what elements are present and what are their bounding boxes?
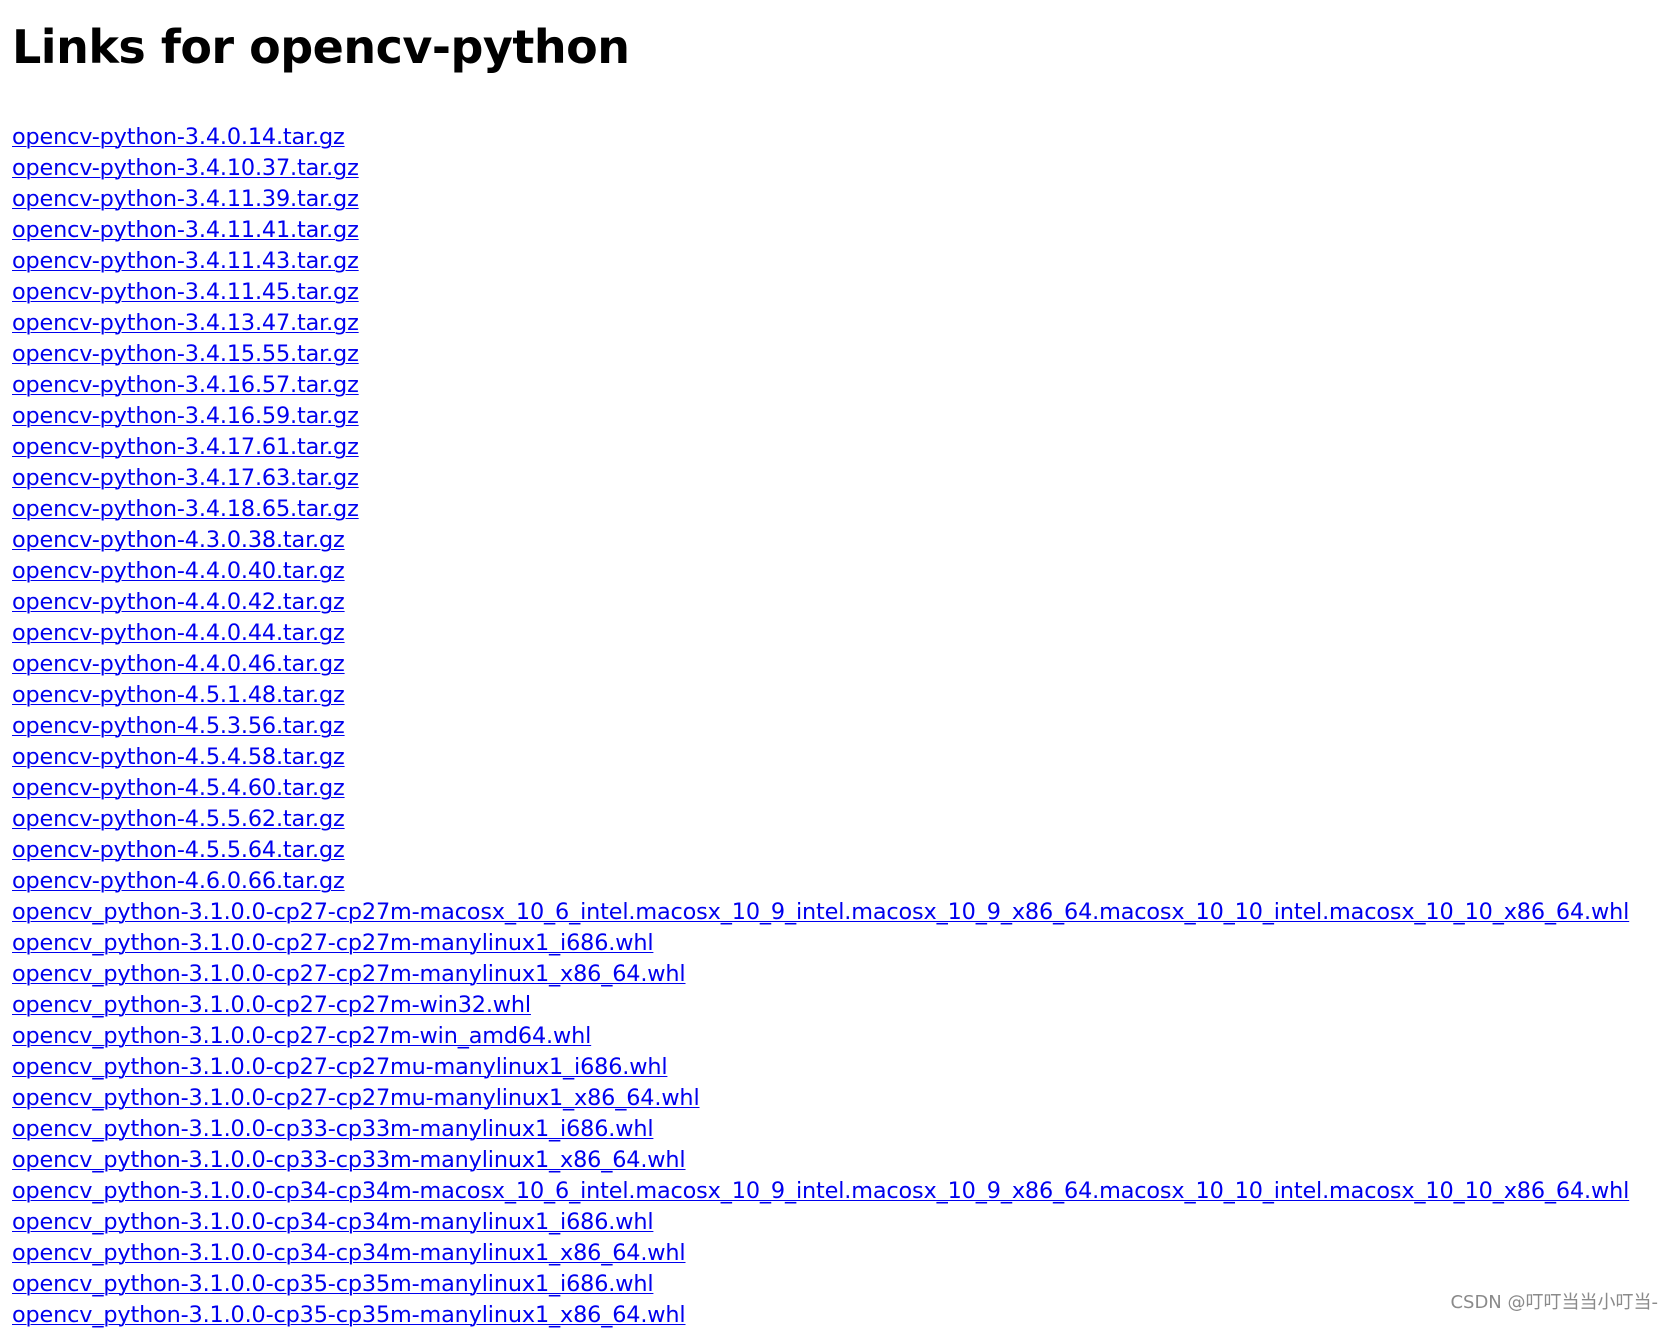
package-link-list: opencv-python-3.4.0.14.tar.gz opencv-pyth… bbox=[12, 122, 1666, 1331]
package-link[interactable]: opencv-python-4.4.0.40.tar.gz bbox=[12, 556, 1662, 587]
package-link[interactable]: opencv-python-4.5.1.48.tar.gz bbox=[12, 680, 1662, 711]
package-link[interactable]: opencv_python-3.1.0.0-cp27-cp27m-macosx_… bbox=[12, 897, 1662, 928]
package-link[interactable]: opencv_python-3.1.0.0-cp27-cp27mu-manyli… bbox=[12, 1083, 1662, 1114]
package-link[interactable]: opencv_python-3.1.0.0-cp27-cp27mu-manyli… bbox=[12, 1052, 1662, 1083]
package-link[interactable]: opencv-python-4.5.4.60.tar.gz bbox=[12, 773, 1662, 804]
package-link[interactable]: opencv-python-3.4.11.39.tar.gz bbox=[12, 184, 1662, 215]
package-link[interactable]: opencv_python-3.1.0.0-cp34-cp34m-manylin… bbox=[12, 1207, 1662, 1238]
watermark: CSDN @叮叮当当小叮当- bbox=[1450, 1292, 1658, 1313]
package-link[interactable]: opencv-python-3.4.10.37.tar.gz bbox=[12, 153, 1662, 184]
package-link[interactable]: opencv-python-3.4.13.47.tar.gz bbox=[12, 308, 1662, 339]
package-link[interactable]: opencv-python-3.4.17.63.tar.gz bbox=[12, 463, 1662, 494]
package-link[interactable]: opencv_python-3.1.0.0-cp34-cp34m-manylin… bbox=[12, 1238, 1662, 1269]
package-link[interactable]: opencv_python-3.1.0.0-cp33-cp33m-manylin… bbox=[12, 1145, 1662, 1176]
package-link[interactable]: opencv-python-3.4.11.43.tar.gz bbox=[12, 246, 1662, 277]
package-link[interactable]: opencv-python-3.4.16.57.tar.gz bbox=[12, 370, 1662, 401]
package-link[interactable]: opencv-python-4.5.5.64.tar.gz bbox=[12, 835, 1662, 866]
package-link[interactable]: opencv-python-3.4.15.55.tar.gz bbox=[12, 339, 1662, 370]
package-link[interactable]: opencv-python-3.4.17.61.tar.gz bbox=[12, 432, 1662, 463]
package-link[interactable]: opencv_python-3.1.0.0-cp35-cp35m-manylin… bbox=[12, 1269, 1662, 1300]
package-link[interactable]: opencv_python-3.1.0.0-cp34-cp34m-macosx_… bbox=[12, 1176, 1662, 1207]
page-title: Links for opencv-python bbox=[12, 20, 630, 74]
package-link[interactable]: opencv-python-4.4.0.46.tar.gz bbox=[12, 649, 1662, 680]
page-content: Links for opencv-python opencv-python-3.… bbox=[12, 0, 1666, 1331]
package-link[interactable]: opencv-python-4.5.3.56.tar.gz bbox=[12, 711, 1662, 742]
package-link[interactable]: opencv-python-3.4.16.59.tar.gz bbox=[12, 401, 1662, 432]
package-link[interactable]: opencv-python-3.4.11.45.tar.gz bbox=[12, 277, 1662, 308]
package-link[interactable]: opencv-python-4.4.0.42.tar.gz bbox=[12, 587, 1662, 618]
package-link[interactable]: opencv-python-4.6.0.66.tar.gz bbox=[12, 866, 1662, 897]
package-link[interactable]: opencv-python-4.5.5.62.tar.gz bbox=[12, 804, 1662, 835]
package-link[interactable]: opencv_python-3.1.0.0-cp33-cp33m-manylin… bbox=[12, 1114, 1662, 1145]
package-link[interactable]: opencv_python-3.1.0.0-cp27-cp27m-win32.w… bbox=[12, 990, 1662, 1021]
package-link[interactable]: opencv_python-3.1.0.0-cp27-cp27m-win_amd… bbox=[12, 1021, 1662, 1052]
package-link[interactable]: opencv-python-3.4.0.14.tar.gz bbox=[12, 122, 1662, 153]
package-link[interactable]: opencv_python-3.1.0.0-cp27-cp27m-manylin… bbox=[12, 959, 1662, 990]
package-link[interactable]: opencv_python-3.1.0.0-cp35-cp35m-manylin… bbox=[12, 1300, 1662, 1331]
package-link[interactable]: opencv-python-3.4.18.65.tar.gz bbox=[12, 494, 1662, 525]
package-link[interactable]: opencv-python-4.5.4.58.tar.gz bbox=[12, 742, 1662, 773]
package-link[interactable]: opencv-python-3.4.11.41.tar.gz bbox=[12, 215, 1662, 246]
package-link[interactable]: opencv_python-3.1.0.0-cp27-cp27m-manylin… bbox=[12, 928, 1662, 959]
package-link[interactable]: opencv-python-4.3.0.38.tar.gz bbox=[12, 525, 1662, 556]
package-link[interactable]: opencv-python-4.4.0.44.tar.gz bbox=[12, 618, 1662, 649]
